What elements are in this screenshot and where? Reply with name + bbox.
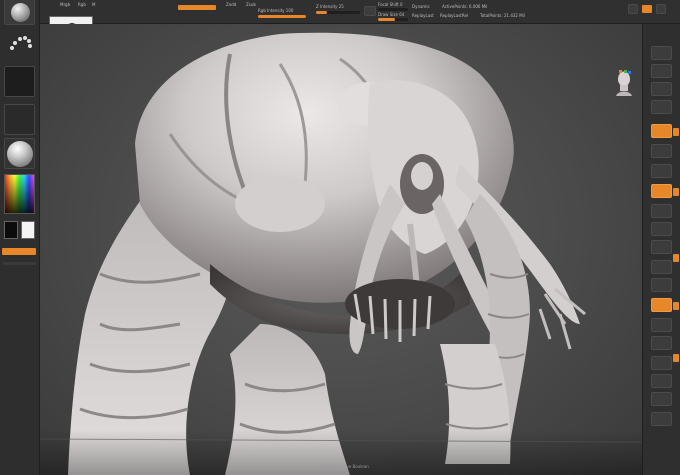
persp-button[interactable] <box>651 164 672 178</box>
material-slot[interactable] <box>4 138 35 169</box>
solo-button[interactable] <box>651 392 672 406</box>
draw-size-label: Draw Size 64 <box>378 12 405 17</box>
draw-size-fill <box>378 18 395 21</box>
focal-shift-slider[interactable] <box>378 8 408 11</box>
z-intensity-fill <box>316 11 327 14</box>
layout-button[interactable] <box>656 4 666 14</box>
actual-button[interactable] <box>651 124 672 138</box>
side-marker <box>673 354 679 362</box>
active-points-readout: ActivePoints: 6.006 Mil <box>442 4 488 9</box>
sculpt-model <box>40 32 642 475</box>
m-label: M <box>92 2 96 7</box>
side-marker <box>673 254 679 262</box>
document-canvas[interactable]: Lightbox > Live Boolean <box>40 24 642 475</box>
alpha-slot[interactable] <box>4 66 35 97</box>
head-navigator-icon[interactable] <box>616 70 632 96</box>
z-intensity-slider[interactable] <box>316 11 360 14</box>
lsym-button[interactable] <box>651 222 672 236</box>
top-toolbar: Mrgb Rgb M Zadd Zsub Rgb Intensity 100 Z… <box>0 0 680 24</box>
brush-thumb[interactable] <box>4 0 35 25</box>
scale-button[interactable] <box>651 298 672 312</box>
draw-size-slider[interactable] <box>378 18 408 21</box>
zsub-label[interactable]: Zsub <box>246 2 256 7</box>
replay-last-button[interactable]: ReplayLast <box>412 13 434 18</box>
rgb-intensity-label: Rgb Intensity 100 <box>258 8 294 13</box>
divider <box>3 262 36 265</box>
rgb-label: Rgb <box>78 2 86 7</box>
alternate-color-button[interactable] <box>2 248 36 255</box>
left-tray <box>0 0 40 475</box>
rgb-intensity-slider[interactable] <box>258 15 306 18</box>
zadd-label[interactable]: Zadd <box>226 2 236 7</box>
secondary-color-swatch[interactable] <box>21 221 35 239</box>
rotate-button[interactable] <box>651 318 672 332</box>
total-points-readout: TotalPoints: 21.432 Mil <box>480 13 525 18</box>
mrgb-label: Mrgb <box>60 2 71 7</box>
scroll-button[interactable] <box>651 82 672 96</box>
dots-stroke-icon[interactable] <box>8 32 32 56</box>
main-color-swatch[interactable] <box>4 221 18 239</box>
aahalf-button[interactable] <box>651 144 672 158</box>
bpr-button[interactable] <box>651 46 672 60</box>
floor-button[interactable] <box>651 184 672 198</box>
footer-text: Lightbox > Live Boolean <box>320 464 369 469</box>
menu-button[interactable] <box>628 4 638 14</box>
zbrush-window: Mrgb Rgb M Zadd Zsub Rgb Intensity 100 Z… <box>0 0 680 475</box>
right-tray <box>642 24 680 475</box>
side-marker <box>673 188 679 196</box>
color-picker-icon[interactable] <box>4 174 35 214</box>
standard-brush-icon <box>11 3 30 22</box>
focal-shift-label: Focal Shift 0 <box>378 2 403 7</box>
texture-slot[interactable] <box>4 104 35 135</box>
zoom-button[interactable] <box>651 100 672 114</box>
move-button[interactable] <box>651 278 672 292</box>
frame-button[interactable] <box>651 260 672 274</box>
polyf-button[interactable] <box>651 336 672 350</box>
dynamic-label[interactable]: Dynamic <box>412 4 430 9</box>
rgb-intensity-fill <box>258 15 306 18</box>
ghost-button[interactable] <box>651 374 672 388</box>
local-button[interactable] <box>651 204 672 218</box>
menu-accent[interactable] <box>642 5 652 13</box>
side-marker <box>673 302 679 310</box>
dynamic-button[interactable] <box>364 6 376 16</box>
xpose-button[interactable] <box>651 412 672 426</box>
z-intensity-label: Z Intensity 25 <box>316 4 344 9</box>
transp-button[interactable] <box>651 356 672 370</box>
mrgb-toggle[interactable] <box>178 5 216 10</box>
spix-button[interactable] <box>651 64 672 78</box>
matcap-sphere-icon <box>7 141 33 167</box>
replay-last-rel-button[interactable]: ReplayLastRel <box>440 13 468 18</box>
xyz-button[interactable] <box>651 240 672 254</box>
side-marker <box>673 128 679 136</box>
